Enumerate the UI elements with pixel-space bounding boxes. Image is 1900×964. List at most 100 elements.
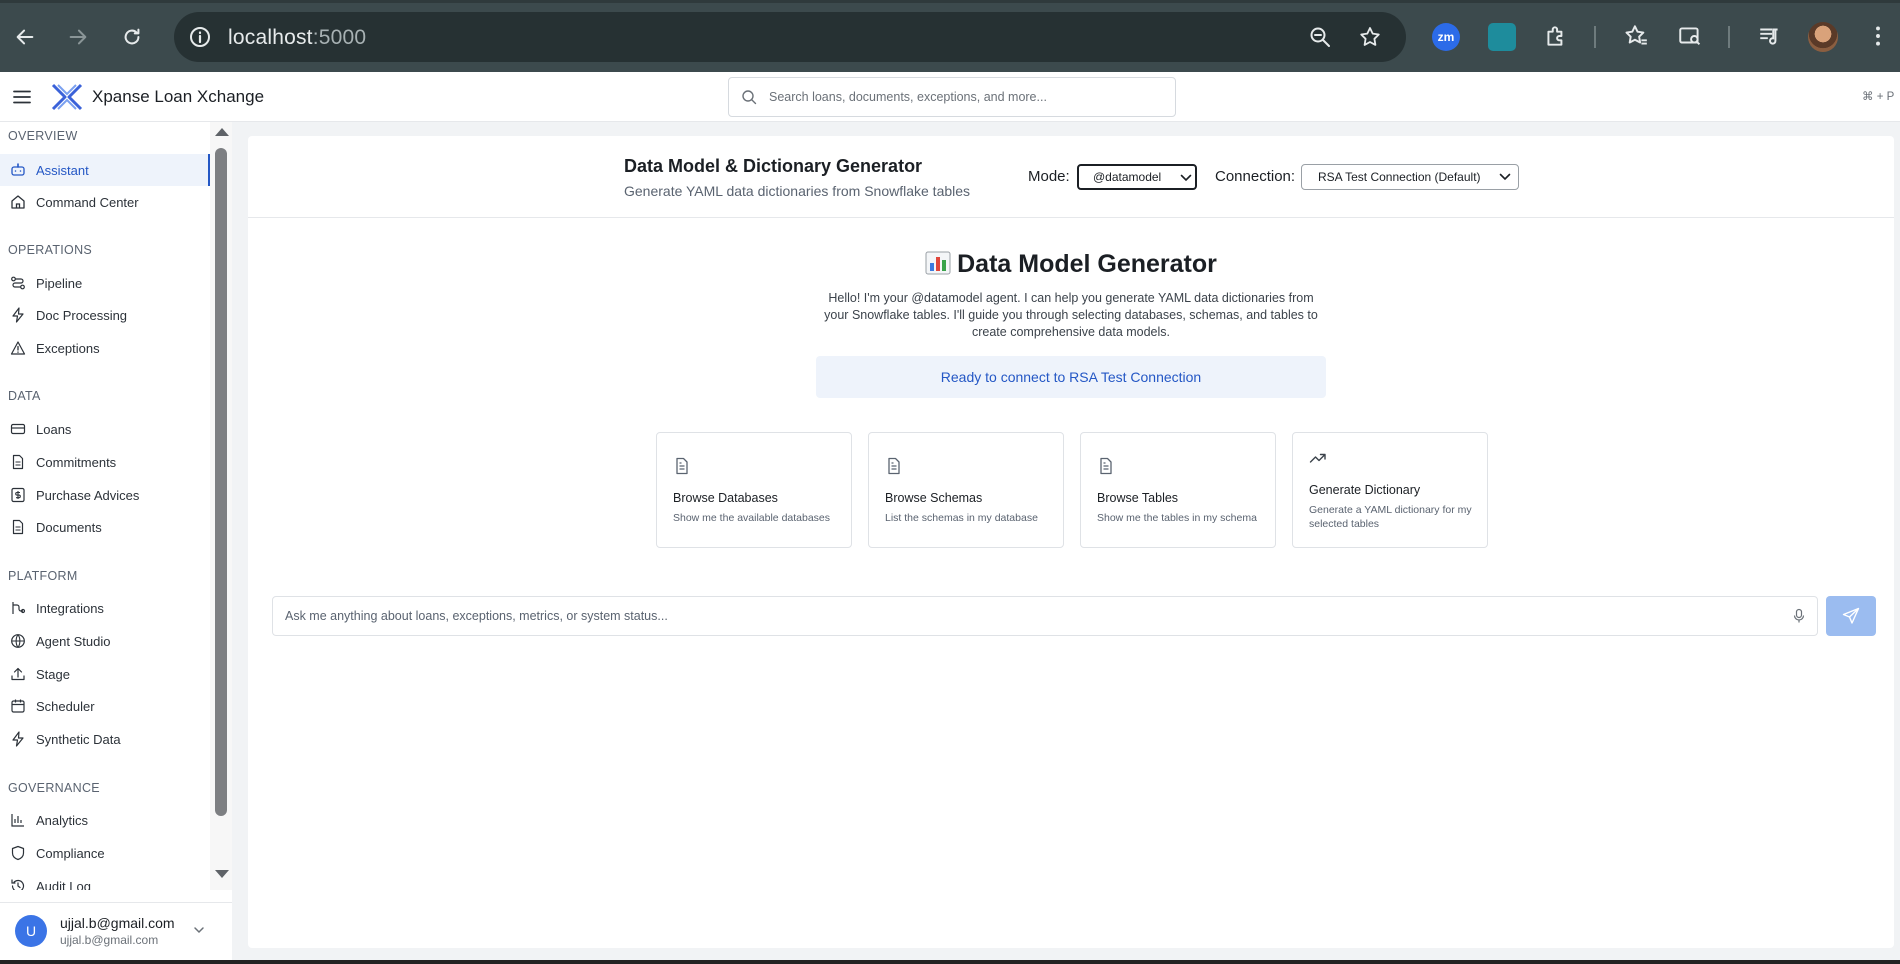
browser-menu-button[interactable]	[1862, 20, 1894, 52]
sidebar-item-integrations[interactable]: Integrations	[0, 592, 210, 624]
sidebar-item-label: Compliance	[36, 845, 105, 861]
bookmarks-button[interactable]	[1620, 20, 1652, 52]
user-menu[interactable]: U ujjal.b@gmail.com ujjal.b@gmail.com	[0, 902, 232, 964]
send-button[interactable]	[1826, 596, 1876, 636]
mode-selected-value: @datamodel	[1093, 170, 1162, 184]
scroll-down-arrow-icon[interactable]	[215, 870, 229, 878]
connection-select[interactable]: RSA Test Connection (Default)	[1301, 164, 1519, 190]
page-title: Data Model & Dictionary Generator	[624, 156, 923, 176]
card-title: Browse Schemas	[885, 491, 983, 505]
sidebar-item-label: Exceptions	[36, 340, 100, 356]
sidebar-item-commitments[interactable]: Commitments	[0, 446, 210, 478]
dollar-icon	[11, 487, 25, 503]
hero-title: Data Model Generator	[248, 250, 1894, 279]
xpanse-logo-icon	[51, 83, 83, 111]
menu-icon[interactable]	[12, 87, 32, 107]
extension-icon[interactable]	[1488, 23, 1516, 51]
global-search-input[interactable]: Search loans, documents, exceptions, and…	[728, 77, 1176, 117]
search-icon	[742, 90, 757, 105]
search-placeholder: Search loans, documents, exceptions, and…	[769, 90, 1047, 104]
sidebar-item-command-center[interactable]: Command Center	[0, 186, 210, 218]
toolbar-separator	[1594, 26, 1596, 48]
card-description: Generate a YAML dictionary for my select…	[1309, 504, 1472, 530]
sidebar-item-label: Integrations	[36, 600, 104, 616]
page-header: Data Model & Dictionary Generator Genera…	[248, 136, 1894, 218]
sidebar-item-label: Stage	[36, 666, 70, 682]
sidebar-item-stage[interactable]: Stage	[0, 658, 210, 690]
document-icon	[1100, 457, 1112, 475]
zoom-extension-icon[interactable]: zm	[1432, 23, 1460, 51]
sidebar-item-purchase-advices[interactable]: Purchase Advices	[0, 479, 210, 511]
address-bar[interactable]: localhost:5000	[174, 12, 1406, 62]
back-button[interactable]	[10, 22, 40, 52]
upload-icon	[11, 667, 25, 681]
sidebar-item-doc-processing[interactable]: Doc Processing	[0, 299, 210, 331]
mode-label: Mode:	[1028, 168, 1070, 185]
sidebar-item-label: Purchase Advices	[36, 487, 140, 503]
card-browse-tables[interactable]: Browse Tables Show me the tables in my s…	[1080, 432, 1276, 548]
sidebar-item-label: Synthetic Data	[36, 731, 121, 747]
chat-input-placeholder: Ask me anything about loans, exceptions,…	[285, 609, 668, 623]
bar-chart-icon	[11, 814, 24, 827]
profile-avatar[interactable]	[1808, 22, 1838, 52]
tab-search-button[interactable]	[1674, 20, 1706, 52]
tab-search-icon	[1679, 27, 1701, 46]
sidebar-item-label: Scheduler	[36, 698, 95, 714]
chevron-down-icon	[1180, 174, 1192, 182]
card-description: List the schemas in my database	[885, 512, 1038, 524]
mode-select[interactable]: @datamodel	[1077, 164, 1197, 190]
connection-selected-value: RSA Test Connection (Default)	[1318, 170, 1481, 184]
reload-icon	[124, 28, 140, 45]
scroll-up-arrow-icon[interactable]	[215, 128, 229, 136]
reload-button[interactable]	[117, 22, 147, 52]
card-description: Show me the tables in my schema	[1097, 512, 1257, 524]
calendar-icon	[11, 699, 25, 713]
card-browse-schemas[interactable]: Browse Schemas List the schemas in my da…	[868, 432, 1064, 548]
info-icon[interactable]	[188, 25, 212, 49]
bolt-icon	[12, 307, 24, 323]
send-icon	[1842, 607, 1860, 624]
sidebar-item-label: Command Center	[36, 194, 139, 210]
scrollbar-thumb[interactable]	[215, 148, 227, 816]
sidebar-item-compliance[interactable]: Compliance	[0, 837, 210, 869]
card-browse-databases[interactable]: Browse Databases Show me the available d…	[656, 432, 852, 548]
section-title-platform: PLATFORM	[8, 569, 78, 583]
sidebar-item-synthetic-data[interactable]: Synthetic Data	[0, 723, 210, 755]
star-icon[interactable]	[1358, 25, 1382, 49]
microphone-icon[interactable]	[1791, 608, 1807, 624]
sidebar-item-label: Commitments	[36, 454, 117, 470]
extensions-button[interactable]	[1540, 20, 1572, 52]
sidebar-item-assistant[interactable]: Assistant	[0, 154, 210, 186]
sidebar-item-label: Analytics	[36, 812, 89, 828]
chevron-down-icon[interactable]	[192, 923, 206, 937]
sidebar-item-scheduler[interactable]: Scheduler	[0, 690, 210, 722]
sidebar-item-loans[interactable]: Loans	[0, 413, 210, 445]
section-title-data: DATA	[8, 389, 41, 403]
forward-button[interactable]	[63, 22, 93, 52]
browser-toolbar: localhost:5000 zm	[0, 0, 1900, 72]
card-generate-dictionary[interactable]: Generate Dictionary Generate a YAML dict…	[1292, 432, 1488, 548]
arrow-right-icon	[69, 29, 87, 45]
page-subtitle: Generate YAML data dictionaries from Sno…	[624, 183, 971, 199]
sidebar-item-exceptions[interactable]: Exceptions	[0, 332, 210, 364]
sidebar-item-label: Audit Log	[36, 878, 91, 891]
chat-input[interactable]: Ask me anything about loans, exceptions,…	[272, 596, 1818, 636]
tab-strip	[0, 0, 1900, 3]
sidebar-scrollbar[interactable]	[210, 122, 232, 890]
bar-chart-emoji-icon	[925, 251, 951, 275]
sidebar-item-analytics[interactable]: Analytics	[0, 804, 210, 836]
media-button[interactable]	[1754, 20, 1786, 52]
sidebar-item-pipeline[interactable]: Pipeline	[0, 267, 210, 299]
sidebar-item-label: Agent Studio	[36, 633, 111, 649]
sidebar-item-documents[interactable]: Documents	[0, 511, 210, 543]
bot-icon	[11, 163, 25, 176]
search-shortcut-hint: ⌘ + P	[1862, 91, 1895, 103]
toolbar-separator	[1728, 26, 1730, 48]
zoom-icon[interactable]	[1308, 25, 1332, 49]
user-name: ujjal.b@gmail.com	[60, 915, 175, 931]
sidebar: OVERVIEW Assistant Command Center OPERAT…	[0, 122, 232, 964]
warning-icon	[10, 341, 26, 355]
sidebar-item-audit-log[interactable]: Audit Log	[0, 870, 210, 890]
history-icon	[11, 879, 25, 890]
sidebar-item-agent-studio[interactable]: Agent Studio	[0, 625, 210, 657]
